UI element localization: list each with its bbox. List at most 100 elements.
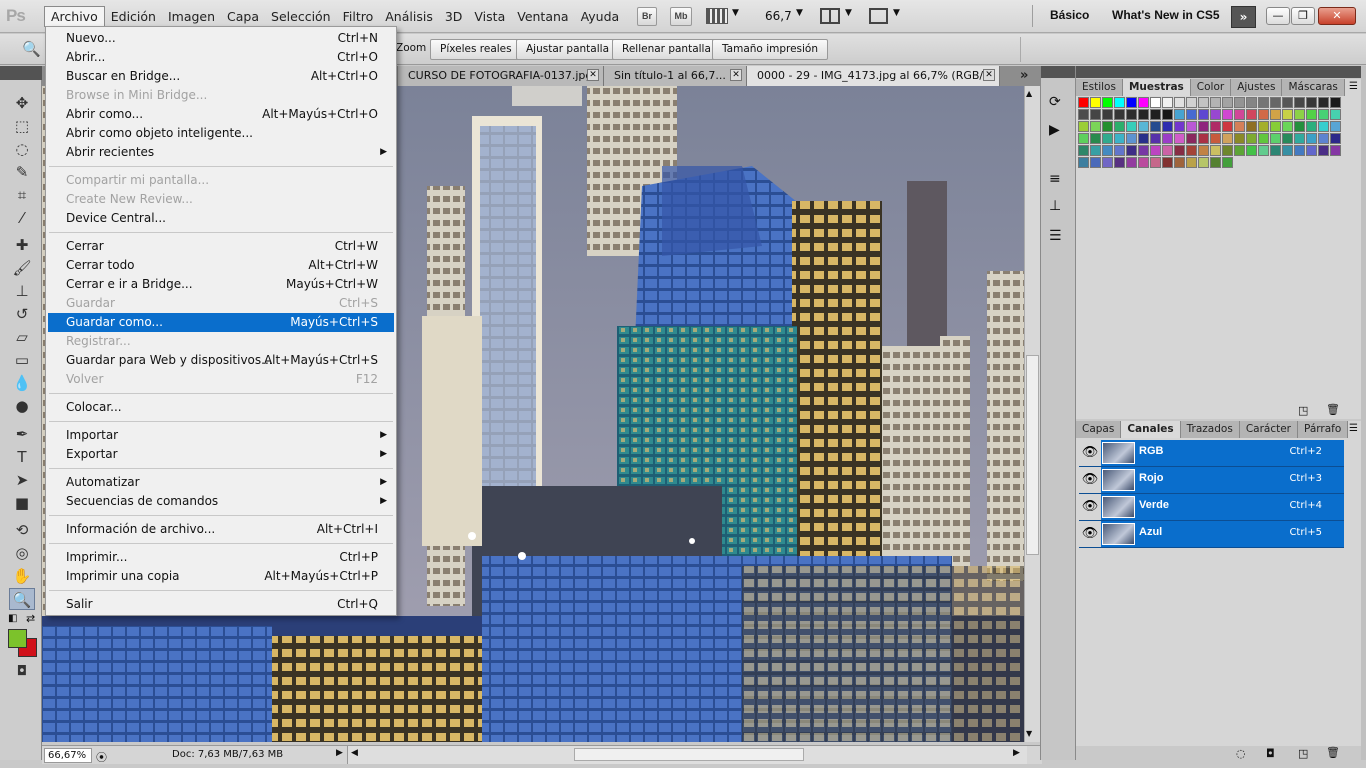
color-swatch[interactable] [1234,133,1245,144]
new-swatch-icon[interactable]: ◳ [1298,404,1308,417]
color-swatch[interactable] [1222,145,1233,156]
menu-item-buscar-en-bridge[interactable]: Buscar en Bridge... Alt+Ctrl+O [48,67,394,86]
color-swatch[interactable] [1150,109,1161,120]
tab-muestras[interactable]: Muestras [1122,79,1191,96]
tab-img-4173[interactable]: 0000 - 29 - IMG_4173.jpg al 66,7% (RGB/8… [747,66,1000,86]
color-swatch[interactable] [1090,121,1101,132]
color-swatch[interactable] [1138,133,1149,144]
menu-item-colocar[interactable]: Colocar... [48,398,394,417]
color-swatch[interactable] [1090,133,1101,144]
more-tabs-icon[interactable]: » [1020,68,1028,83]
tab-sin-titulo[interactable]: Sin título-1 al 66,7... ✕ [604,66,747,86]
default-colors-icon[interactable]: ◧ [8,613,17,624]
brush-presets-icon[interactable]: ≡ [1049,171,1061,187]
print-size-button[interactable]: Tamaño impresión [712,39,829,60]
color-swatch[interactable] [1270,121,1281,132]
menu-archivo[interactable]: Archivo [44,6,105,27]
tab-ajustes[interactable]: Ajustes [1231,79,1283,96]
color-swatch[interactable] [1222,109,1233,120]
color-swatch[interactable] [1306,109,1317,120]
3d-orbit-tool-icon[interactable]: ◎ [9,542,35,564]
color-swatch[interactable] [1126,121,1137,132]
channel-row-verde[interactable]: 👁 Verde Ctrl+4 [1079,494,1344,521]
color-swatch[interactable] [1270,97,1281,108]
color-swatch[interactable] [1162,133,1173,144]
tab-mascaras[interactable]: Máscaras [1282,79,1345,96]
color-swatch[interactable] [1222,157,1233,168]
color-swatch[interactable] [1282,145,1293,156]
color-swatch[interactable] [1138,109,1149,120]
status-info-icon[interactable]: ⦿ [96,749,107,765]
color-swatch[interactable] [1234,97,1245,108]
3d-rotate-tool-icon[interactable]: ⟲ [9,519,35,541]
color-swatch[interactable] [1150,157,1161,168]
chevron-down-icon[interactable]: ▼ [732,8,739,18]
color-swatch[interactable] [1246,97,1257,108]
menu-item-exportar[interactable]: Exportar ▶ [48,445,394,464]
color-swatch[interactable] [1126,133,1137,144]
color-swatch[interactable] [1210,145,1221,156]
scrollbar-thumb[interactable] [574,748,804,761]
panel-header[interactable] [1076,66,1366,78]
minimize-icon[interactable]: — [1266,7,1290,25]
fit-screen-button[interactable]: Ajustar pantalla [516,39,620,60]
menu-imagen[interactable]: Imagen [162,6,221,27]
gradient-tool-icon[interactable]: ▭ [9,349,35,371]
scroll-down-icon[interactable]: ▼ [1026,729,1032,738]
menu-seleccion[interactable]: Selección [265,6,337,27]
menu-item-device-central[interactable]: Device Central... [48,209,394,228]
workspace-basico[interactable]: Básico [1050,8,1089,22]
color-swatch[interactable] [1210,133,1221,144]
color-swatch[interactable] [1318,121,1329,132]
color-swatch[interactable] [1162,97,1173,108]
color-swatch[interactable] [1150,97,1161,108]
hand-tool-icon[interactable]: ✋ [9,565,35,587]
color-swatch[interactable] [1078,133,1089,144]
color-swatch[interactable] [1090,157,1101,168]
crop-tool-icon[interactable]: ⌗ [9,184,35,206]
color-swatch[interactable] [1282,133,1293,144]
tool-presets-icon[interactable]: ☰ [1049,228,1062,244]
swatch-grid[interactable] [1078,97,1344,172]
color-swatch[interactable] [1294,109,1305,120]
clone-source-icon[interactable]: ⊥ [1049,198,1061,214]
pen-tool-icon[interactable]: ✒ [9,423,35,445]
color-swatch[interactable] [1294,97,1305,108]
color-swatch[interactable] [1258,97,1269,108]
color-swatch[interactable] [1174,157,1185,168]
visibility-eye-icon[interactable]: 👁 [1079,440,1101,466]
tab-caracter[interactable]: Carácter [1239,421,1298,438]
chevron-down-icon[interactable]: ▼ [845,8,852,18]
color-swatch[interactable] [1198,157,1209,168]
color-swatch[interactable] [1126,145,1137,156]
color-swatch[interactable] [1138,145,1149,156]
menu-item-informacion-de-archivo[interactable]: Información de archivo... Alt+Ctrl+I [48,520,394,539]
menu-item-imprimir-una-copia[interactable]: Imprimir una copia Alt+Mayús+Ctrl+P [48,567,394,586]
menu-capa[interactable]: Capa [221,6,265,27]
color-swatch[interactable] [1102,109,1113,120]
trash-icon[interactable]: 🗑 [1326,403,1340,416]
blur-tool-icon[interactable]: 💧 [9,372,35,394]
channel-row-rojo[interactable]: 👁 Rojo Ctrl+3 [1079,467,1344,494]
color-swatch[interactable] [1078,109,1089,120]
arrange-documents-icon[interactable] [820,8,840,24]
color-swatch[interactable] [1198,121,1209,132]
color-swatch[interactable] [1114,97,1125,108]
new-channel-icon[interactable]: ◳ [1298,747,1308,760]
healing-brush-tool-icon[interactable]: ✚ [9,234,35,256]
color-swatch[interactable] [1210,97,1221,108]
color-swatch[interactable] [1294,145,1305,156]
mini-bridge-button[interactable]: Mb [670,7,692,26]
color-swatch[interactable] [1174,145,1185,156]
menu-vista[interactable]: Vista [468,6,511,27]
color-swatch[interactable] [1270,109,1281,120]
tab-estilos[interactable]: Estilos [1076,79,1123,96]
actual-pixels-button[interactable]: Píxeles reales [430,39,522,60]
color-swatch[interactable] [1150,133,1161,144]
chevron-down-icon[interactable]: ▼ [893,8,900,18]
horizontal-scrollbar[interactable]: ◀ ▶ [347,746,1027,764]
status-menu-arrow-icon[interactable]: ▶ [336,748,343,758]
color-swatch[interactable] [1174,133,1185,144]
color-swatch[interactable] [1318,97,1329,108]
color-swatch[interactable] [1114,121,1125,132]
